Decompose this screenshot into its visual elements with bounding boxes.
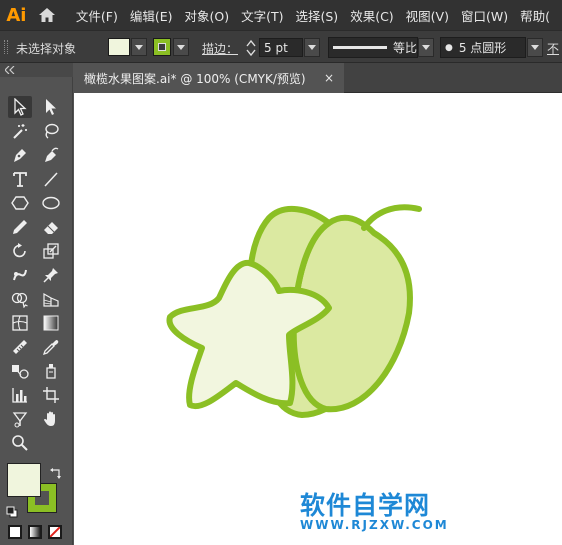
panel-grip[interactable] xyxy=(4,40,8,54)
fill-dropdown[interactable] xyxy=(131,38,147,56)
control-bar: 未选择对象 描边： 5 pt 等比 ● 5 点圆形 不 xyxy=(0,30,562,63)
gradient-tool-icon[interactable] xyxy=(39,312,63,334)
stroke-label[interactable]: 描边： xyxy=(202,40,238,57)
chevron-down-icon xyxy=(177,44,185,50)
perspective-grid-tool-icon[interactable] xyxy=(39,288,63,310)
menu-window[interactable]: 窗口(W) xyxy=(461,6,508,25)
profile-label: 等比 xyxy=(392,41,417,55)
fill-swatch[interactable] xyxy=(108,38,130,56)
brush-definition[interactable]: ● 5 点圆形 xyxy=(440,37,526,58)
eraser-tool-icon[interactable] xyxy=(39,216,63,238)
direct-selection-tool-icon[interactable] xyxy=(39,96,63,118)
puppet-warp-tool-icon[interactable] xyxy=(8,264,32,286)
stroke-stepper[interactable] xyxy=(244,38,258,58)
artboard-canvas[interactable]: 软件自学网 WWW.RJZXW.COM xyxy=(74,93,562,545)
pin-tool-icon[interactable] xyxy=(39,264,63,286)
pencil-tool-icon[interactable] xyxy=(8,216,32,238)
swap-colors-icon[interactable] xyxy=(50,464,62,483)
stroke-weight-input[interactable]: 5 pt xyxy=(259,38,303,57)
menu-edit[interactable]: 编辑(E) xyxy=(130,6,173,25)
stroke-dropdown[interactable] xyxy=(173,38,189,56)
curvature-tool-icon[interactable] xyxy=(39,144,63,166)
close-icon[interactable]: × xyxy=(320,69,338,87)
opacity-label[interactable]: 不 xyxy=(547,40,559,57)
stroke-swatch[interactable] xyxy=(153,38,171,56)
menu-select[interactable]: 选择(S) xyxy=(295,6,338,25)
live-paint-tool-icon[interactable] xyxy=(39,360,63,382)
blend-tool-icon[interactable] xyxy=(8,360,32,382)
eyedropper-tool-icon[interactable] xyxy=(39,336,63,358)
chevron-down-icon xyxy=(422,45,430,50)
carambola-stem xyxy=(361,204,422,231)
chevron-down-icon xyxy=(135,44,143,50)
brush-label: 5 点圆形 xyxy=(458,41,507,55)
tools-panel xyxy=(0,63,73,545)
app-logo: Ai xyxy=(6,4,27,26)
shape-builder-tool-icon[interactable] xyxy=(8,288,32,310)
magic-wand-tool-icon[interactable] xyxy=(8,120,32,142)
chevron-down-icon xyxy=(308,45,316,50)
variable-width-profile[interactable]: 等比 xyxy=(328,37,418,58)
watermark-url: WWW.RJZXW.COM xyxy=(300,518,449,532)
document-tab[interactable]: 橄榄水果图案.ai* @ 100% (CMYK/预览) xyxy=(74,63,344,93)
brush-dot-icon: ● xyxy=(445,42,453,53)
menu-type[interactable]: 文字(T) xyxy=(241,6,283,25)
brush-dropdown[interactable] xyxy=(527,38,543,57)
line-tool-icon[interactable] xyxy=(39,168,63,190)
menu-view[interactable]: 视图(V) xyxy=(406,6,449,25)
chevron-down-icon xyxy=(531,45,539,50)
lasso-tool-icon[interactable] xyxy=(39,120,63,142)
tools-panel-header xyxy=(0,63,73,77)
column-graph-tool-icon[interactable] xyxy=(8,384,32,406)
selection-status: 未选择对象 xyxy=(16,42,77,56)
fill-color-box[interactable] xyxy=(7,463,41,497)
measure-tool-icon[interactable] xyxy=(8,336,32,358)
hand-tool-icon[interactable] xyxy=(39,408,63,430)
default-colors-icon[interactable] xyxy=(6,503,18,522)
mesh-tool-icon[interactable] xyxy=(8,312,32,334)
document-tab-title: 橄榄水果图案.ai* @ 100% (CMYK/预览) xyxy=(84,71,306,86)
gradient-mode-icon[interactable] xyxy=(28,525,42,539)
menu-bar: Ai 文件(F) 编辑(E) 对象(O) 文字(T) 选择(S) 效果(C) 视… xyxy=(0,0,562,30)
watermark-title: 软件自学网 xyxy=(300,491,431,520)
home-icon[interactable] xyxy=(33,0,62,30)
rotate-tool-icon[interactable] xyxy=(8,240,32,262)
document-tabbar: 橄榄水果图案.ai* @ 100% (CMYK/预览) × xyxy=(74,63,562,93)
zoom-tool-icon[interactable] xyxy=(8,432,32,454)
menu-object[interactable]: 对象(O) xyxy=(185,6,230,25)
menu-help[interactable]: 帮助( xyxy=(520,6,550,25)
menu-effect[interactable]: 效果(C) xyxy=(350,6,393,25)
carambola-illustration xyxy=(166,204,422,418)
artboard-tool-icon[interactable] xyxy=(39,384,63,406)
profile-dropdown[interactable] xyxy=(418,38,434,57)
scale-tool-icon[interactable] xyxy=(39,240,63,262)
pen-tool-icon[interactable] xyxy=(8,144,32,166)
type-tool-icon[interactable] xyxy=(8,168,32,190)
menu-file[interactable]: 文件(F) xyxy=(76,6,118,25)
selection-tool-icon[interactable] xyxy=(8,96,32,118)
slice-tool-icon[interactable] xyxy=(8,408,32,430)
stroke-weight-dropdown[interactable] xyxy=(304,38,320,57)
color-mode-icon[interactable] xyxy=(8,525,22,539)
ellipse-tool-icon[interactable] xyxy=(39,192,63,214)
polygon-tool-icon[interactable] xyxy=(8,192,32,214)
none-mode-icon[interactable] xyxy=(48,525,62,539)
collapse-icon xyxy=(5,66,15,74)
